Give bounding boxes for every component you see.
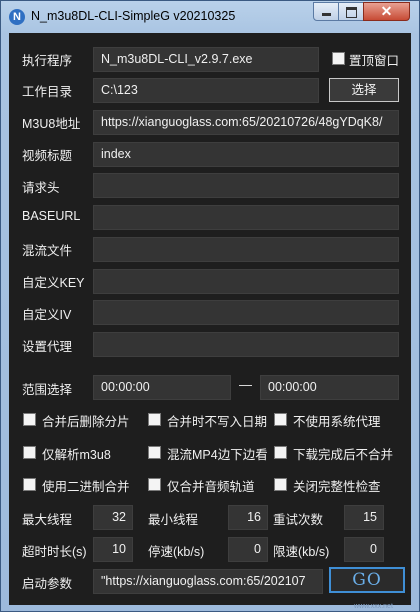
max-threads-label: 最大线程: [22, 513, 73, 527]
pin-on-top-label[interactable]: 置顶窗口: [349, 50, 399, 69]
minimize-icon: [322, 13, 331, 16]
option-label[interactable]: 使用二进制合并: [42, 476, 130, 495]
option-checkbox[interactable]: [148, 413, 161, 426]
app-window: N N_m3u8DL-CLI-SimpleG v20210325 ✕ 执行程序 …: [0, 0, 420, 612]
option-label[interactable]: 合并后删除分片: [42, 411, 130, 430]
option-checkbox[interactable]: [148, 478, 161, 491]
launch-args-label: 启动参数: [22, 577, 73, 591]
workdir-label: 工作目录: [22, 85, 73, 99]
title-bar[interactable]: N N_m3u8DL-CLI-SimpleG v20210325 ✕: [1, 1, 419, 33]
limit-speed-input[interactable]: 0: [344, 537, 384, 562]
m3u8-url-input[interactable]: https://xianguoglass.com:65/20210726/48g…: [93, 110, 399, 135]
option-checkbox[interactable]: [23, 446, 36, 459]
window-title: N_m3u8DL-CLI-SimpleG v20210325: [31, 9, 236, 23]
max-threads-input[interactable]: 32: [93, 505, 133, 530]
range-separator: —: [239, 377, 252, 392]
timeout-label: 超时时长(s): [22, 545, 87, 559]
option-checkbox[interactable]: [274, 413, 287, 426]
baseurl-input[interactable]: [93, 205, 399, 230]
video-title-input[interactable]: index: [93, 142, 399, 167]
stop-speed-label: 停速(kb/s): [148, 545, 205, 559]
watermark: www.xxx.net: [354, 603, 393, 610]
workdir-input[interactable]: C:\123: [93, 78, 319, 103]
proxy-input[interactable]: [93, 332, 399, 357]
range-end-input[interactable]: 00:00:00: [260, 375, 399, 400]
option-checkbox[interactable]: [148, 446, 161, 459]
key-label: 自定义KEY: [22, 276, 85, 290]
option-label[interactable]: 仅解析m3u8: [42, 444, 111, 463]
proxy-label: 设置代理: [22, 340, 73, 354]
key-input[interactable]: [93, 269, 399, 294]
maximize-button[interactable]: [338, 2, 364, 21]
launch-args-input[interactable]: "https://xianguoglass.com:65/202107: [93, 569, 323, 594]
retries-input[interactable]: 15: [344, 505, 384, 530]
range-label: 范围选择: [22, 383, 73, 397]
option-label[interactable]: 仅合并音频轨道: [167, 476, 255, 495]
mux-label: 混流文件: [22, 244, 73, 258]
go-button[interactable]: GO: [329, 567, 405, 593]
iv-input[interactable]: [93, 300, 399, 325]
close-icon: ✕: [380, 3, 393, 19]
minimize-button[interactable]: [313, 2, 339, 21]
pin-on-top-checkbox[interactable]: [332, 52, 345, 65]
option-label[interactable]: 关闭完整性检查: [293, 476, 381, 495]
app-icon: N: [9, 9, 25, 25]
option-checkbox[interactable]: [23, 413, 36, 426]
timeout-input[interactable]: 10: [93, 537, 133, 562]
retries-label: 重试次数: [273, 513, 324, 527]
option-checkbox[interactable]: [274, 446, 287, 459]
min-threads-input[interactable]: 16: [228, 505, 268, 530]
range-start-input[interactable]: 00:00:00: [93, 375, 231, 400]
option-label[interactable]: 不使用系统代理: [293, 411, 381, 430]
headers-input[interactable]: [93, 173, 399, 198]
iv-label: 自定义IV: [22, 308, 72, 322]
stop-speed-input[interactable]: 0: [228, 537, 268, 562]
limit-speed-label: 限速(kb/s): [273, 545, 330, 559]
close-button[interactable]: ✕: [363, 2, 410, 21]
option-label[interactable]: 下载完成后不合并: [293, 444, 393, 463]
option-label[interactable]: 合并时不写入日期: [167, 411, 267, 430]
maximize-icon: [346, 7, 357, 18]
title-label: 视频标题: [22, 149, 73, 163]
main-panel: 执行程序 N_m3u8DL-CLI_v2.9.7.exe 置顶窗口 工作目录 C…: [9, 33, 411, 605]
option-checkbox[interactable]: [274, 478, 287, 491]
baseurl-label: BASEURL: [22, 209, 81, 223]
option-checkbox[interactable]: [23, 478, 36, 491]
url-label: M3U8地址: [22, 117, 81, 131]
option-label[interactable]: 混流MP4边下边看: [167, 444, 268, 463]
min-threads-label: 最小线程: [148, 513, 199, 527]
exe-combobox[interactable]: N_m3u8DL-CLI_v2.9.7.exe: [93, 47, 319, 72]
choose-dir-button[interactable]: 选择: [329, 78, 399, 102]
headers-label: 请求头: [22, 181, 60, 195]
mux-input[interactable]: [93, 237, 399, 262]
exe-label: 执行程序: [22, 54, 73, 68]
